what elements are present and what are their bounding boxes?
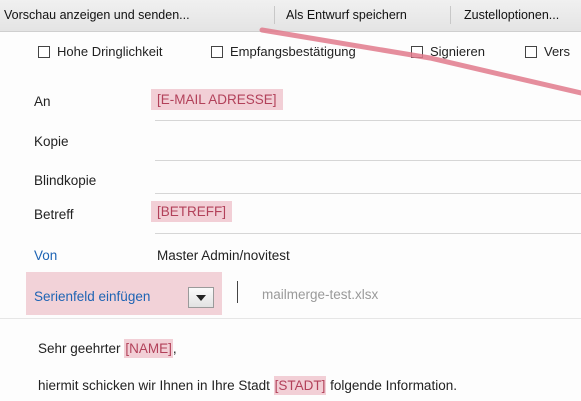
- bcc-label: Blindkopie: [34, 173, 97, 188]
- city-placeholder: [STADT]: [273, 376, 327, 395]
- bcc-field[interactable]: [155, 193, 581, 194]
- subject-field[interactable]: [BETREFF]: [151, 201, 233, 222]
- body-divider: [0, 318, 581, 319]
- save-draft-button[interactable]: Als Entwurf speichern: [286, 8, 407, 22]
- cc-field[interactable]: [155, 160, 581, 161]
- option-sign[interactable]: Signieren: [411, 44, 485, 59]
- toolbar: Vorschau anzeigen und senden... Als Entw…: [0, 0, 581, 32]
- option-encrypt[interactable]: Vers: [525, 44, 570, 59]
- vertical-separator: [237, 281, 238, 303]
- option-high-priority[interactable]: Hohe Dringlichkeit: [38, 44, 163, 59]
- option-label: Empfangsbestätigung: [230, 44, 356, 59]
- delivery-options-button[interactable]: Zustelloptionen...: [464, 8, 559, 22]
- body-text: folgende Information.: [326, 378, 457, 393]
- body-text: hiermit schicken wir Ihnen in Ihre Stadt: [38, 378, 274, 393]
- checkbox[interactable]: [411, 45, 423, 58]
- from-label[interactable]: Von: [34, 248, 57, 263]
- checkbox[interactable]: [38, 45, 50, 58]
- name-placeholder: [NAME]: [124, 339, 173, 358]
- body-text: Sehr geehrter: [38, 341, 125, 356]
- body-info-line: hiermit schicken wir Ihnen in Ihre Stadt…: [38, 376, 457, 395]
- option-label: Vers: [544, 44, 571, 59]
- merge-field-dropdown-button[interactable]: [188, 287, 214, 308]
- toolbar-separator: [450, 6, 451, 24]
- chevron-down-icon: [196, 294, 206, 301]
- preview-send-button[interactable]: Vorschau anzeigen und senden...: [4, 8, 190, 22]
- attachment-filename[interactable]: mailmerge-test.xlsx: [262, 287, 378, 302]
- from-value: Master Admin/novitest: [157, 248, 290, 263]
- body-text: ,: [172, 341, 177, 356]
- option-read-receipt[interactable]: Empfangsbestätigung: [211, 44, 356, 59]
- to-label: An: [34, 94, 51, 109]
- option-label: Hohe Dringlichkeit: [57, 44, 163, 59]
- field-underline: [155, 233, 581, 234]
- to-field[interactable]: [E-MAIL ADRESSE]: [151, 89, 283, 110]
- field-underline: [155, 120, 581, 121]
- subject-label: Betreff: [34, 207, 74, 222]
- checkbox[interactable]: [525, 45, 537, 58]
- option-label: Signieren: [430, 44, 485, 59]
- body-greeting-line: Sehr geehrter [NAME],: [38, 339, 177, 358]
- toolbar-separator: [274, 6, 275, 24]
- insert-merge-field-link[interactable]: Serienfeld einfügen: [34, 289, 150, 304]
- checkbox[interactable]: [211, 45, 223, 58]
- cc-label: Kopie: [34, 134, 69, 149]
